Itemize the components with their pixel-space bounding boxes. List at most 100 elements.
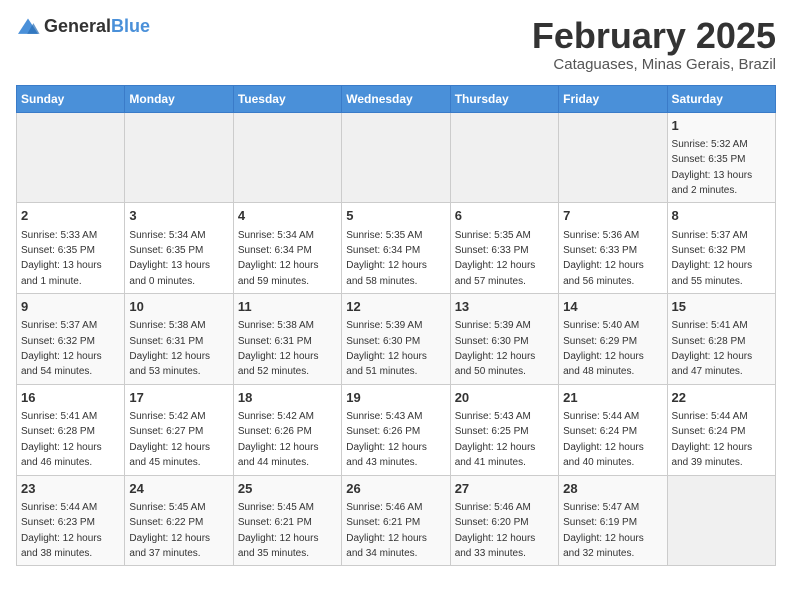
day-number: 24 [129,480,228,498]
day-number: 8 [672,207,771,225]
day-number: 16 [21,389,120,407]
week-row-2: 2 Sunrise: 5:33 AM Sunset: 6:35 PM Daylig… [17,203,776,294]
day-info: Sunrise: 5:40 AM Sunset: 6:29 PM Dayligh… [563,320,644,377]
day-number: 5 [346,207,445,225]
day-number: 1 [672,117,771,135]
day-number: 11 [238,298,337,316]
day-info: Sunrise: 5:43 AM Sunset: 6:26 PM Dayligh… [346,411,427,468]
day-cell: 2 Sunrise: 5:33 AM Sunset: 6:35 PM Daylig… [17,203,125,294]
day-number: 25 [238,480,337,498]
day-cell [342,112,450,203]
day-cell: 24Sunrise: 5:45 AM Sunset: 6:22 PM Dayli… [125,475,233,566]
day-cell: 25 Sunrise: 5:45 AM Sunset: 6:21 PM Dayli… [233,475,341,566]
day-number: 27 [455,480,554,498]
day-number: 18 [238,389,337,407]
day-number: 13 [455,298,554,316]
day-cell [559,112,667,203]
day-cell: 28 Sunrise: 5:47 AM Sunset: 6:19 PM Dayli… [559,475,667,566]
day-cell: 10 Sunrise: 5:38 AM Sunset: 6:31 PM Dayli… [125,294,233,385]
col-header-monday: Monday [125,85,233,112]
day-info: Sunrise: 5:42 AM Sunset: 6:26 PM Dayligh… [238,411,319,468]
day-number: 10 [129,298,228,316]
day-cell: 22 Sunrise: 5:44 AM Sunset: 6:24 PM Dayli… [667,384,775,475]
day-cell [17,112,125,203]
day-info: Sunrise: 5:36 AM Sunset: 6:33 PM Dayligh… [563,230,644,287]
subtitle: Cataguases, Minas Gerais, Brazil [532,56,776,73]
day-cell: 11 Sunrise: 5:38 AM Sunset: 6:31 PM Dayli… [233,294,341,385]
day-number: 28 [563,480,662,498]
col-header-sunday: Sunday [17,85,125,112]
day-cell: 20 Sunrise: 5:43 AM Sunset: 6:25 PM Dayli… [450,384,558,475]
day-cell: 7Sunrise: 5:36 AM Sunset: 6:33 PM Daylig… [559,203,667,294]
day-cell: 18 Sunrise: 5:42 AM Sunset: 6:26 PM Dayli… [233,384,341,475]
day-cell: 8 Sunrise: 5:37 AM Sunset: 6:32 PM Daylig… [667,203,775,294]
day-number: 14 [563,298,662,316]
day-cell: 9 Sunrise: 5:37 AM Sunset: 6:32 PM Daylig… [17,294,125,385]
day-cell: 16 Sunrise: 5:41 AM Sunset: 6:28 PM Dayli… [17,384,125,475]
day-cell: 4 Sunrise: 5:34 AM Sunset: 6:34 PM Daylig… [233,203,341,294]
week-row-4: 16 Sunrise: 5:41 AM Sunset: 6:28 PM Dayli… [17,384,776,475]
day-cell: 27 Sunrise: 5:46 AM Sunset: 6:20 PM Dayli… [450,475,558,566]
title-area: February 2025 Cataguases, Minas Gerais, … [532,16,776,73]
day-cell: 17Sunrise: 5:42 AM Sunset: 6:27 PM Dayli… [125,384,233,475]
day-info: Sunrise: 5:37 AM Sunset: 6:32 PM Dayligh… [672,230,753,287]
day-cell: 3 Sunrise: 5:34 AM Sunset: 6:35 PM Daylig… [125,203,233,294]
day-number: 21 [563,389,662,407]
day-cell: 13Sunrise: 5:39 AM Sunset: 6:30 PM Dayli… [450,294,558,385]
day-cell: 6 Sunrise: 5:35 AM Sunset: 6:33 PM Daylig… [450,203,558,294]
day-number: 23 [21,480,120,498]
day-cell: 19 Sunrise: 5:43 AM Sunset: 6:26 PM Dayli… [342,384,450,475]
col-header-thursday: Thursday [450,85,558,112]
day-number: 2 [21,207,120,225]
day-info: Sunrise: 5:44 AM Sunset: 6:23 PM Dayligh… [21,502,102,559]
day-info: Sunrise: 5:41 AM Sunset: 6:28 PM Dayligh… [21,411,102,468]
day-info: Sunrise: 5:42 AM Sunset: 6:27 PM Dayligh… [129,411,210,468]
day-info: Sunrise: 5:46 AM Sunset: 6:21 PM Dayligh… [346,502,427,559]
day-number: 9 [21,298,120,316]
week-row-1: 1Sunrise: 5:32 AM Sunset: 6:35 PM Daylig… [17,112,776,203]
day-number: 3 [129,207,228,225]
day-info: Sunrise: 5:43 AM Sunset: 6:25 PM Dayligh… [455,411,536,468]
day-info: Sunrise: 5:47 AM Sunset: 6:19 PM Dayligh… [563,502,644,559]
day-info: Sunrise: 5:34 AM Sunset: 6:34 PM Dayligh… [238,230,319,287]
day-info: Sunrise: 5:34 AM Sunset: 6:35 PM Dayligh… [129,230,210,287]
day-info: Sunrise: 5:45 AM Sunset: 6:21 PM Dayligh… [238,502,319,559]
logo: GeneralBlue [16,16,150,37]
day-info: Sunrise: 5:38 AM Sunset: 6:31 PM Dayligh… [238,320,319,377]
day-info: Sunrise: 5:44 AM Sunset: 6:24 PM Dayligh… [672,411,753,468]
day-cell: 21 Sunrise: 5:44 AM Sunset: 6:24 PM Dayli… [559,384,667,475]
day-cell: 5 Sunrise: 5:35 AM Sunset: 6:34 PM Daylig… [342,203,450,294]
main-title: February 2025 [532,16,776,56]
day-number: 15 [672,298,771,316]
day-cell: 1Sunrise: 5:32 AM Sunset: 6:35 PM Daylig… [667,112,775,203]
day-cell [125,112,233,203]
day-info: Sunrise: 5:35 AM Sunset: 6:34 PM Dayligh… [346,230,427,287]
day-number: 22 [672,389,771,407]
col-header-tuesday: Tuesday [233,85,341,112]
day-number: 19 [346,389,445,407]
day-number: 20 [455,389,554,407]
calendar-table: SundayMondayTuesdayWednesdayThursdayFrid… [16,85,776,567]
day-info: Sunrise: 5:38 AM Sunset: 6:31 PM Dayligh… [129,320,210,377]
day-info: Sunrise: 5:35 AM Sunset: 6:33 PM Dayligh… [455,230,536,287]
day-info: Sunrise: 5:44 AM Sunset: 6:24 PM Dayligh… [563,411,644,468]
day-info: Sunrise: 5:37 AM Sunset: 6:32 PM Dayligh… [21,320,102,377]
logo-general: General [44,16,111,36]
day-cell [450,112,558,203]
day-number: 6 [455,207,554,225]
day-cell [667,475,775,566]
day-info: Sunrise: 5:39 AM Sunset: 6:30 PM Dayligh… [346,320,427,377]
col-header-friday: Friday [559,85,667,112]
day-cell: 12Sunrise: 5:39 AM Sunset: 6:30 PM Dayli… [342,294,450,385]
day-info: Sunrise: 5:41 AM Sunset: 6:28 PM Dayligh… [672,320,753,377]
day-info: Sunrise: 5:46 AM Sunset: 6:20 PM Dayligh… [455,502,536,559]
day-cell [233,112,341,203]
col-header-wednesday: Wednesday [342,85,450,112]
day-number: 4 [238,207,337,225]
week-row-3: 9 Sunrise: 5:37 AM Sunset: 6:32 PM Daylig… [17,294,776,385]
day-info: Sunrise: 5:33 AM Sunset: 6:35 PM Dayligh… [21,230,102,287]
day-cell: 26Sunrise: 5:46 AM Sunset: 6:21 PM Dayli… [342,475,450,566]
day-cell: 23 Sunrise: 5:44 AM Sunset: 6:23 PM Dayli… [17,475,125,566]
calendar-header-row: SundayMondayTuesdayWednesdayThursdayFrid… [17,85,776,112]
day-cell: 14 Sunrise: 5:40 AM Sunset: 6:29 PM Dayli… [559,294,667,385]
